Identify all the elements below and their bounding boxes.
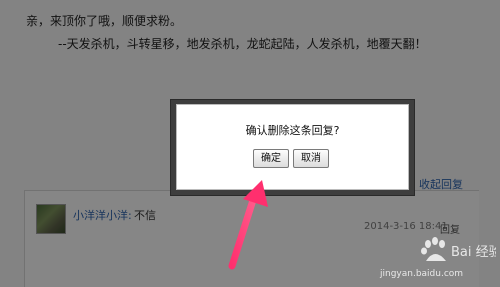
watermark-logo-text: Bai 经验 <box>451 244 496 260</box>
watermark-url: jingyan.baidu.com <box>380 269 464 279</box>
baidu-jingyan-logo: Bai 经验 <box>421 237 496 261</box>
dialog-message: 确认删除这条回复? <box>245 124 340 137</box>
confirm-dialog: 确认删除这条回复? 确定 取消 <box>176 104 409 190</box>
cancel-button[interactable]: 取消 <box>293 149 329 168</box>
confirm-button[interactable]: 确定 <box>253 149 289 168</box>
